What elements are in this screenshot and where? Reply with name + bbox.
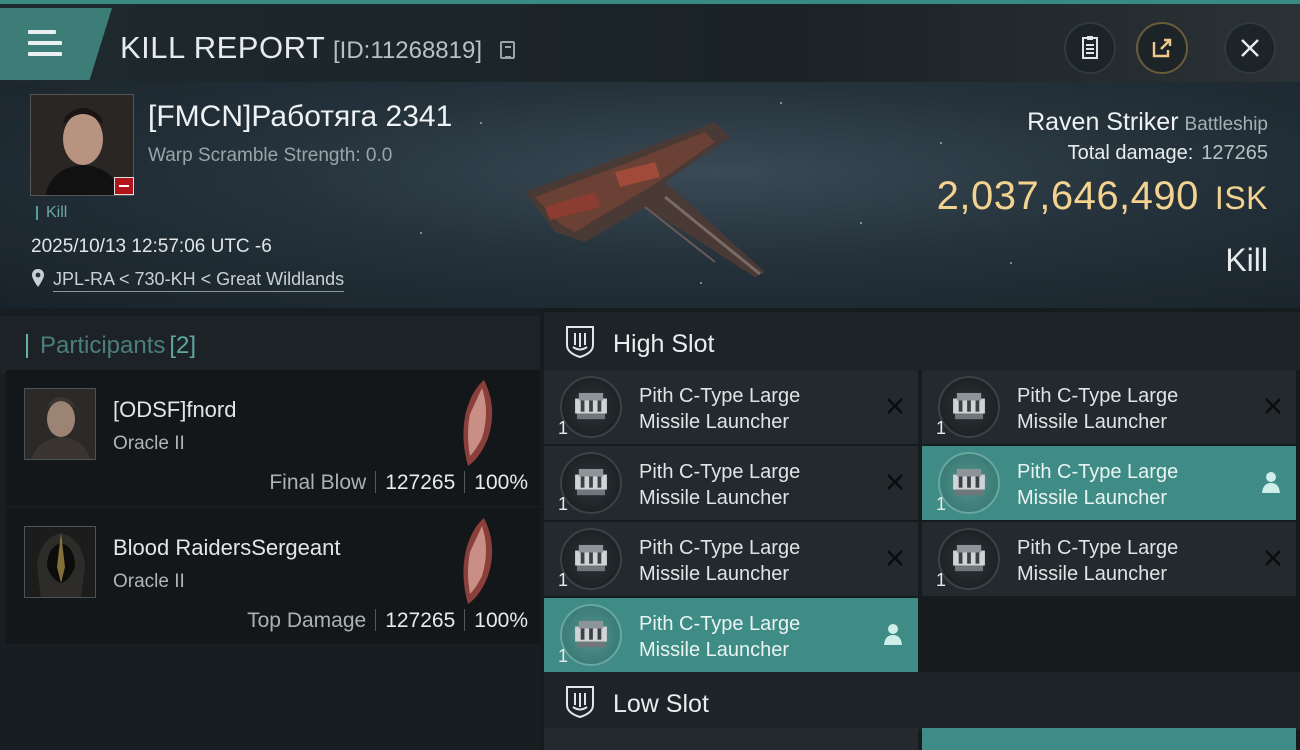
share-icon: [1152, 38, 1172, 58]
high-slot-module[interactable]: 1 Pith C-Type Large Missile Launcher: [544, 522, 918, 596]
participant-percent: 100%: [474, 609, 528, 632]
module-name: Pith C-Type Large Missile Launcher: [1017, 537, 1179, 585]
participant-row[interactable]: [ODSF]fnord Oracle II Final Blow 127265 10…: [6, 370, 540, 506]
victim-ship[interactable]: Raven Striker Battleship: [1027, 108, 1268, 137]
high-slot-label: High Slot: [613, 330, 715, 358]
x-mark-icon: [1265, 398, 1281, 414]
module-name: Pith C-Type Large Missile Launcher: [639, 385, 801, 433]
total-damage-label: Total damage:: [1067, 142, 1194, 164]
participants-label: Participants: [40, 332, 166, 359]
participant-ship: Oracle II: [113, 571, 185, 592]
module-quantity: 1: [558, 570, 569, 590]
hamburger-menu-icon: [28, 30, 62, 56]
share-button[interactable]: [1136, 22, 1188, 74]
missile-launcher-icon: [560, 452, 622, 514]
module-quantity: 1: [936, 418, 947, 438]
module-quantity: 1: [558, 418, 569, 438]
participant-percent: 100%: [474, 471, 528, 494]
low-slot-label: Low Slot: [613, 690, 709, 718]
pilot-icon: [884, 624, 902, 645]
participant-ship-icon[interactable]: [454, 516, 500, 606]
menu-button[interactable]: [0, 8, 112, 80]
participant-role: Top Damage: [247, 609, 367, 632]
victim-status-badge: [114, 177, 134, 195]
participant-name[interactable]: Blood RaidersSergeant: [113, 535, 340, 561]
clipboard-icon: [1082, 36, 1098, 59]
high-slot-module[interactable]: 1 Pith C-Type Large Missile Launcher: [544, 598, 918, 672]
low-slot-icon: [566, 686, 594, 719]
high-slot-module[interactable]: 1 Pith C-Type Large Missile Launcher: [922, 522, 1296, 596]
isk-value: 2,037,646,490 ISK: [937, 174, 1268, 219]
participants-title: Participants [2]: [26, 334, 196, 358]
participant-name[interactable]: [ODSF]fnord: [113, 397, 236, 423]
x-mark-icon: [887, 474, 903, 490]
low-slot-module-partial[interactable]: [922, 728, 1296, 750]
kill-tag: Kill: [36, 205, 67, 221]
fittings-panel: High Slot 1 Pith C-Type Large Missile Lau…: [540, 308, 1300, 750]
ship-class: Battleship: [1184, 114, 1268, 135]
missile-launcher-icon: [560, 528, 622, 590]
x-mark-icon: [887, 550, 903, 566]
kill-datetime: 2025/10/13 12:57:06 UTC -6: [31, 236, 272, 257]
missile-launcher-icon: [938, 528, 1000, 590]
high-slot-icon: [566, 326, 594, 359]
victim-name[interactable]: [FMCN]Работяга 2341: [148, 100, 452, 134]
total-damage-value: 127265: [1201, 142, 1268, 164]
missile-launcher-icon: [560, 604, 622, 666]
low-slot-module-partial[interactable]: [544, 728, 918, 750]
warp-scramble-strength: Warp Scramble Strength: 0.0: [148, 145, 393, 166]
ship-name: Raven Striker: [1027, 108, 1179, 136]
participants-count: [2]: [169, 332, 197, 359]
module-quantity: 1: [936, 570, 947, 590]
high-slot-header: High Slot: [544, 312, 1300, 370]
participant-row[interactable]: Blood RaidersSergeant Oracle II Top Dama…: [6, 508, 540, 644]
isk-unit: ISK: [1214, 180, 1268, 216]
result-label: Kill: [1225, 242, 1268, 278]
close-icon: [1241, 39, 1259, 57]
missile-launcher-icon: [560, 376, 622, 438]
participant-stats: Final Blow 127265 100%: [269, 471, 528, 495]
participant-damage: 127265: [385, 471, 456, 494]
victim-ship-image: [525, 122, 765, 277]
module-name: Pith C-Type Large Missile Launcher: [639, 613, 801, 661]
participant-avatar[interactable]: [24, 388, 96, 460]
close-button[interactable]: [1224, 22, 1276, 74]
kill-report-window: KILL REPORT [ID:11268819] [FMCN]Работяга…: [0, 0, 1300, 750]
pilot-icon: [1262, 472, 1280, 493]
location-pin-icon: [32, 269, 44, 287]
copy-icon[interactable]: [500, 41, 515, 59]
missile-launcher-icon: [938, 376, 1000, 438]
missile-launcher-icon: [938, 452, 1000, 514]
participant-avatar[interactable]: [24, 526, 96, 598]
module-name: Pith C-Type Large Missile Launcher: [639, 461, 801, 509]
location-link[interactable]: JPL-RA < 730-KH < Great Wildlands: [53, 269, 345, 292]
x-mark-icon: [887, 398, 903, 414]
page-title: KILL REPORT: [120, 30, 326, 65]
participant-damage: 127265: [385, 609, 456, 632]
module-quantity: 1: [558, 494, 569, 514]
module-name: Pith C-Type Large Missile Launcher: [1017, 461, 1179, 509]
module-name: Pith C-Type Large Missile Launcher: [1017, 385, 1179, 433]
high-slot-module[interactable]: 1 Pith C-Type Large Missile Launcher: [922, 446, 1296, 520]
low-slot-header: Low Slot: [544, 672, 1300, 730]
participants-panel: Participants [2] [ODSF]fnord Oracle II Fi…: [0, 308, 540, 750]
participant-role: Final Blow: [269, 471, 367, 494]
victim-summary: [FMCN]Работяга 2341 Warp Scramble Streng…: [0, 82, 1300, 308]
top-bar: KILL REPORT [ID:11268819]: [0, 0, 1300, 82]
x-mark-icon: [1265, 550, 1281, 566]
module-quantity: 1: [558, 646, 569, 666]
module-quantity: 1: [936, 494, 947, 514]
high-slot-module[interactable]: 1 Pith C-Type Large Missile Launcher: [544, 446, 918, 520]
module-name: Pith C-Type Large Missile Launcher: [639, 537, 801, 585]
clipboard-button[interactable]: [1064, 22, 1116, 74]
isk-amount: 2,037,646,490: [936, 174, 1199, 218]
participant-ship-icon[interactable]: [454, 378, 500, 468]
high-slot-module[interactable]: 1 Pith C-Type Large Missile Launcher: [544, 370, 918, 444]
total-damage: Total damage: 127265: [1068, 142, 1268, 165]
report-id: [ID:11268819]: [333, 37, 483, 64]
participant-stats: Top Damage 127265 100%: [247, 609, 528, 633]
participant-ship: Oracle II: [113, 433, 185, 454]
participants-header: Participants [2]: [0, 316, 540, 374]
high-slot-module[interactable]: 1 Pith C-Type Large Missile Launcher: [922, 370, 1296, 444]
